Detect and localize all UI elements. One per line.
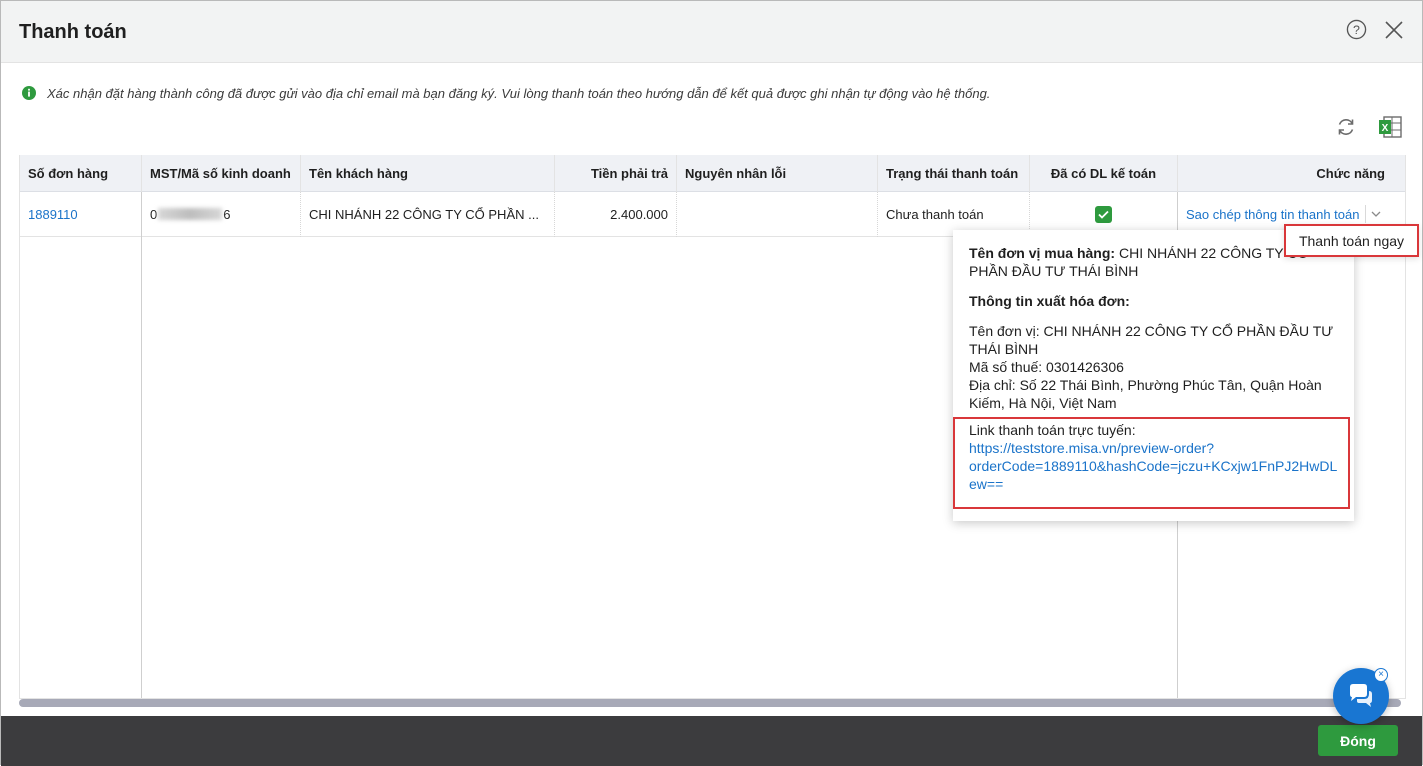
column-divider	[300, 192, 301, 237]
unit-line-2: THÁI BÌNH	[969, 341, 1039, 357]
online-payment-link-line-3[interactable]: ew==	[969, 475, 1341, 493]
frozen-column-divider	[141, 192, 142, 237]
col-tax-code[interactable]: MST/Mã số kinh doanh	[142, 155, 300, 191]
tax-code-prefix: 0	[150, 206, 158, 222]
column-divider	[1177, 155, 1178, 192]
tax-code-cell: 0 6	[142, 192, 300, 236]
tax-code-suffix: 6	[223, 206, 231, 222]
checkbox-checked-icon	[1095, 205, 1112, 223]
chat-close-icon[interactable]: ×	[1374, 668, 1388, 682]
dialog-title: Thanh toán	[19, 21, 127, 43]
masked-tax-code	[158, 208, 223, 220]
online-payment-link-line-1[interactable]: https://teststore.misa.vn/preview-order?	[969, 439, 1341, 457]
column-divider	[877, 155, 878, 192]
help-icon[interactable]: ?	[1346, 19, 1367, 40]
address-line-2: Kiếm, Hà Nội, Việt Nam	[969, 395, 1117, 411]
notice-text: Xác nhận đặt hàng thành công đã được gửi…	[47, 85, 991, 101]
buyer-line: Tên đơn vị mua hàng: CHI NHÁNH 22 CÔNG T…	[969, 244, 1338, 280]
column-divider	[300, 155, 301, 192]
table-header: Số đơn hàng MST/Mã số kinh doanh Tên khá…	[20, 155, 1405, 192]
col-accounting-data[interactable]: Đã có DL kế toán	[1030, 155, 1177, 191]
dialog-footer	[1, 716, 1422, 766]
online-payment-link-section: Link thanh toán trực tuyến: https://test…	[969, 421, 1341, 493]
close-button[interactable]: Đóng	[1318, 725, 1398, 756]
copy-payment-info-link[interactable]: Sao chép thông tin thanh toán	[1186, 207, 1359, 222]
excel-icon[interactable]: X	[1378, 116, 1402, 138]
dialog-header: Thanh toán ?	[1, 1, 1422, 63]
frozen-column-divider	[141, 237, 142, 698]
chat-icon	[1350, 684, 1372, 707]
order-number-link[interactable]: 1889110	[20, 192, 141, 236]
info-icon	[22, 86, 36, 100]
col-function[interactable]: Chức năng	[1178, 155, 1393, 191]
column-divider	[554, 155, 555, 192]
reload-icon[interactable]	[1335, 116, 1357, 138]
amount-cell: 2.400.000	[610, 206, 668, 222]
col-customer[interactable]: Tên khách hàng	[301, 155, 554, 191]
online-link-label: Link thanh toán trực tuyến:	[969, 422, 1136, 438]
payment-dialog: Thanh toán ? Xác nhận đặt hàng thành côn…	[0, 0, 1423, 766]
function-dropdown-menu: Thanh toán ngay	[1284, 224, 1419, 257]
column-divider	[1029, 155, 1030, 192]
svg-text:X: X	[1382, 123, 1389, 134]
col-payment-status[interactable]: Trạng thái thanh toán	[878, 155, 1029, 191]
column-divider	[877, 192, 878, 237]
buyer-label: Tên đơn vị mua hàng:	[969, 245, 1116, 261]
customer-name-cell: CHI NHÁNH 22 CÔNG TY CỔ PHẦN ...	[309, 206, 539, 222]
column-divider	[676, 192, 677, 237]
svg-text:?: ?	[1353, 23, 1360, 37]
online-payment-link-line-2[interactable]: orderCode=1889110&hashCode=jczu+KCxjw1Fn…	[969, 457, 1341, 475]
notice-banner: Xác nhận đặt hàng thành công đã được gửi…	[21, 85, 990, 101]
menu-item-pay-now[interactable]: Thanh toán ngay	[1299, 233, 1404, 249]
address-line-1: Địa chỉ: Số 22 Thái Bình, Phường Phúc Tâ…	[969, 377, 1322, 393]
function-dropdown-toggle[interactable]	[1365, 205, 1385, 223]
invoice-heading: Thông tin xuất hóa đơn:	[969, 293, 1130, 309]
close-icon[interactable]	[1384, 20, 1404, 40]
col-order-no[interactable]: Số đơn hàng	[20, 155, 141, 191]
unit-line-1: Tên đơn vị: CHI NHÁNH 22 CÔNG TY CỔ PHẦN…	[969, 323, 1334, 339]
horizontal-scrollbar[interactable]	[19, 699, 1401, 707]
column-divider	[554, 192, 555, 237]
column-divider	[141, 155, 142, 192]
error-reason-cell	[677, 192, 877, 236]
tax-code-line: Mã số thuế: 0301426306	[969, 359, 1124, 375]
col-error-reason[interactable]: Nguyên nhân lỗi	[677, 155, 877, 191]
column-divider	[676, 155, 677, 192]
col-amount[interactable]: Tiền phải trả	[555, 155, 676, 191]
chevron-down-icon	[1371, 211, 1381, 217]
